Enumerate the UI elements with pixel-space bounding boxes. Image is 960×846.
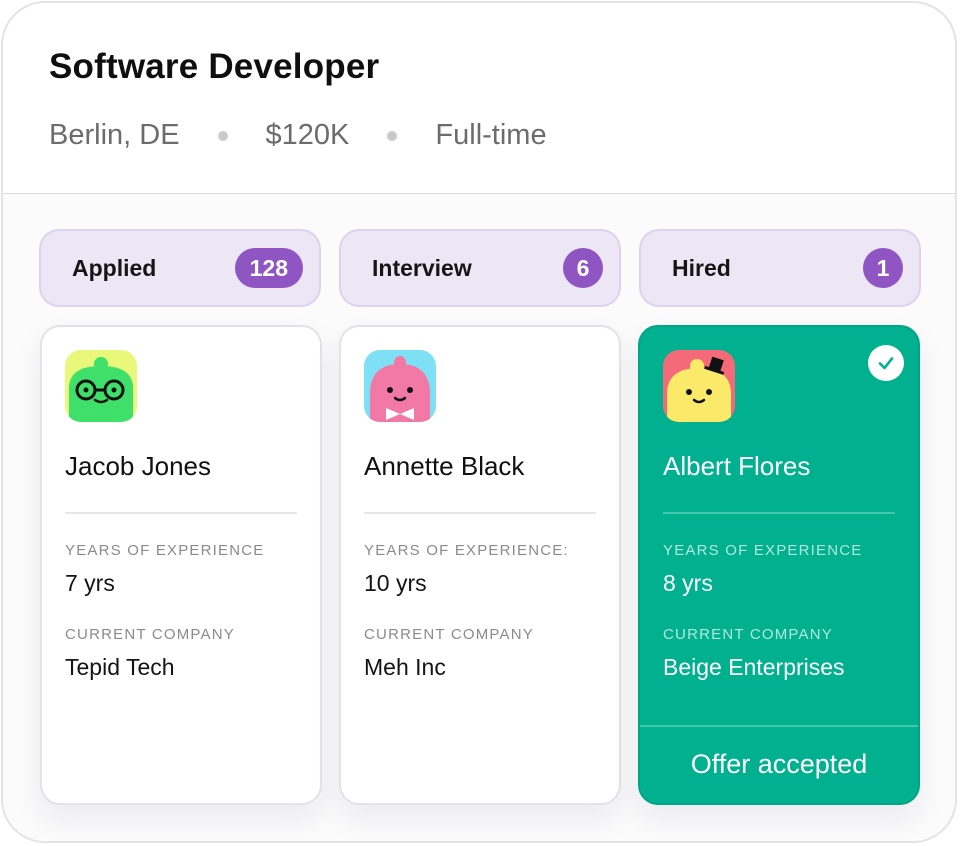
company-value: Beige Enterprises [663,654,845,680]
job-location: Berlin, DE [49,119,180,151]
offer-status: Offer accepted [690,749,868,779]
column-header-interview[interactable]: Interview 6 [339,229,621,307]
divider [663,512,895,514]
column-label: Applied [72,255,157,281]
column-count-badge: 1 [863,248,903,288]
divider [640,725,918,727]
company-value: Tepid Tech [65,654,175,680]
company-label: CURRENT COMPANY [364,626,534,643]
separator-dot [217,130,228,141]
candidate-name: Annette Black [364,451,525,481]
column-count-badge: 6 [563,248,603,288]
candidate-card-annette-black[interactable]: Annette Black YEARS OF EXPERIENCE: 10 yr… [339,325,621,805]
yellow-monster-tophat-avatar [663,350,735,422]
column-header-hired[interactable]: Hired 1 [639,229,921,307]
candidate-name: Jacob Jones [65,451,211,481]
company-value: Meh Inc [364,654,446,680]
experience-value: 10 yrs [364,570,427,596]
column-label: Hired [672,255,731,281]
experience-label: YEARS OF EXPERIENCE [663,542,863,559]
experience-value: 7 yrs [65,570,115,596]
job-title: Software Developer [49,47,380,86]
job-header: Software Developer Berlin, DE $120K Full… [3,3,955,194]
company-label: CURRENT COMPANY [65,626,235,643]
pink-monster-bowtie-avatar [364,350,436,422]
checkmark-icon [868,345,904,381]
column-label: Interview [372,255,472,281]
experience-label: YEARS OF EXPERIENCE: [364,542,569,559]
company-label: CURRENT COMPANY [663,626,833,643]
column-count-badge: 128 [234,248,303,288]
job-salary: $120K [265,119,350,151]
separator-dot [387,130,398,141]
column-header-applied[interactable]: Applied 128 [39,229,321,307]
candidate-card-albert-flores[interactable]: Albert Flores YEARS OF EXPERIENCE 8 yrs … [638,325,920,805]
experience-label: YEARS OF EXPERIENCE [65,542,265,559]
experience-value: 8 yrs [663,570,713,596]
job-type: Full-time [435,119,547,151]
green-monster-glasses-avatar [65,350,137,422]
candidate-card-jacob-jones[interactable]: Jacob Jones YEARS OF EXPERIENCE 7 yrs CU… [40,325,322,805]
candidate-name: Albert Flores [663,451,811,481]
job-meta: Berlin, DE $120K Full-time [49,119,547,152]
divider [364,512,596,514]
divider [65,512,297,514]
